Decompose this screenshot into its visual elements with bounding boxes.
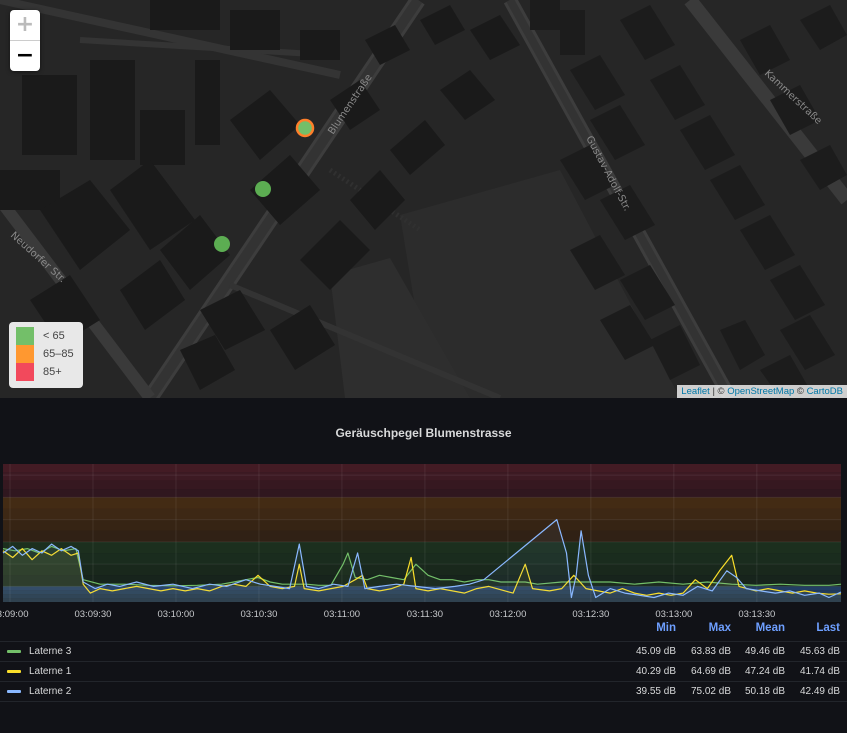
series-last: 42.49 dB [799,686,840,697]
legend-row[interactable]: Laterne 1 40.29 dB 64.69 dB 47.24 dB 41.… [0,661,847,681]
series-min: 39.55 dB [635,686,676,697]
osm-link[interactable]: OpenStreetMap [727,386,794,397]
series-max: 63.83 dB [690,646,731,657]
threshold-band [3,519,841,531]
legend-header-mean[interactable]: Mean [740,622,785,634]
series-swatch [7,670,21,673]
x-tick-label: 03:11:30 [407,609,443,620]
map-legend: < 65 65–85 85+ [9,322,83,388]
legend-header-min[interactable]: Min [640,622,676,634]
legend-swatch [16,345,34,363]
attribution-sep: © [794,386,807,397]
x-tick-label: 03:10:00 [157,609,194,620]
zoom-control: + − [10,10,40,71]
x-tick-label: 03:12:30 [572,609,609,620]
legend-swatch [16,363,34,381]
zoom-out-button[interactable]: − [10,41,40,71]
zoom-in-button[interactable]: + [10,10,40,41]
legend-label: 85+ [43,366,62,378]
threshold-band [3,464,841,473]
legend-label: < 65 [43,330,65,342]
series-name[interactable]: Laterne 1 [29,666,71,677]
legend-row[interactable]: Laterne 2 39.55 dB 75.02 dB 50.18 dB 42.… [0,681,847,702]
series-swatch [7,690,21,693]
series-min: 45.09 dB [635,646,676,657]
map-attribution: Leaflet | © OpenStreetMap © CartoDB [677,385,847,398]
series-mean: 47.24 dB [744,666,785,677]
threshold-band [3,553,841,565]
series-name[interactable]: Laterne 2 [29,686,71,697]
x-tick-label: 03:10:30 [240,609,277,620]
threshold-band [3,480,841,490]
threshold-band [3,541,841,554]
threshold-band [3,497,841,509]
x-tick-label: 03:12:00 [489,609,526,620]
threshold-band [3,472,841,481]
series-last: 45.63 dB [799,646,840,657]
legend-header-last[interactable]: Last [800,622,840,634]
series-last: 41.74 dB [799,666,840,677]
carto-link[interactable]: CartoDB [807,386,843,397]
map-marker-laterne[interactable] [295,118,315,138]
series-max: 75.02 dB [690,686,731,697]
series-swatch [7,650,21,653]
legend-row[interactable]: Laterne 3 45.09 dB 63.83 dB 49.46 dB 45.… [0,641,847,661]
legend-swatch [16,327,34,345]
legend-header-max[interactable]: Max [700,622,731,634]
attribution-sep: | © [709,386,728,397]
x-tick-label: 03:13:00 [655,609,692,620]
map-marker-laterne[interactable] [214,236,230,252]
series-mean: 50.18 dB [744,686,785,697]
legend-label: 65–85 [43,348,74,360]
map-tiles[interactable]: Blumenstraße Gustav-Adolf-Str. Kammerstr… [0,0,847,398]
leaflet-link[interactable]: Leaflet [681,386,710,397]
threshold-band [3,530,841,542]
threshold-band [3,508,841,520]
series-max: 64.69 dB [690,666,731,677]
x-tick-label: 03:09:30 [74,609,111,620]
threshold-band [3,489,841,498]
series-min: 40.29 dB [635,666,676,677]
map-marker-laterne[interactable] [255,181,271,197]
series-name[interactable]: Laterne 3 [29,646,71,657]
line-chart[interactable]: 03:09:00 03:09:30 03:10:00 03:10:30 03:11:00… [0,398,847,623]
series-mean: 49.46 dB [744,646,785,657]
x-tick-label: 03:13:30 [738,609,775,620]
x-tick-label: 03:11:00 [324,609,360,620]
x-tick-label: 03:09:00 [0,609,28,620]
graph-panel: Geräuschpegel Blumenstrasse 03:09:0003:0… [0,398,847,733]
map-panel[interactable]: Blumenstraße Gustav-Adolf-Str. Kammerstr… [0,0,847,398]
